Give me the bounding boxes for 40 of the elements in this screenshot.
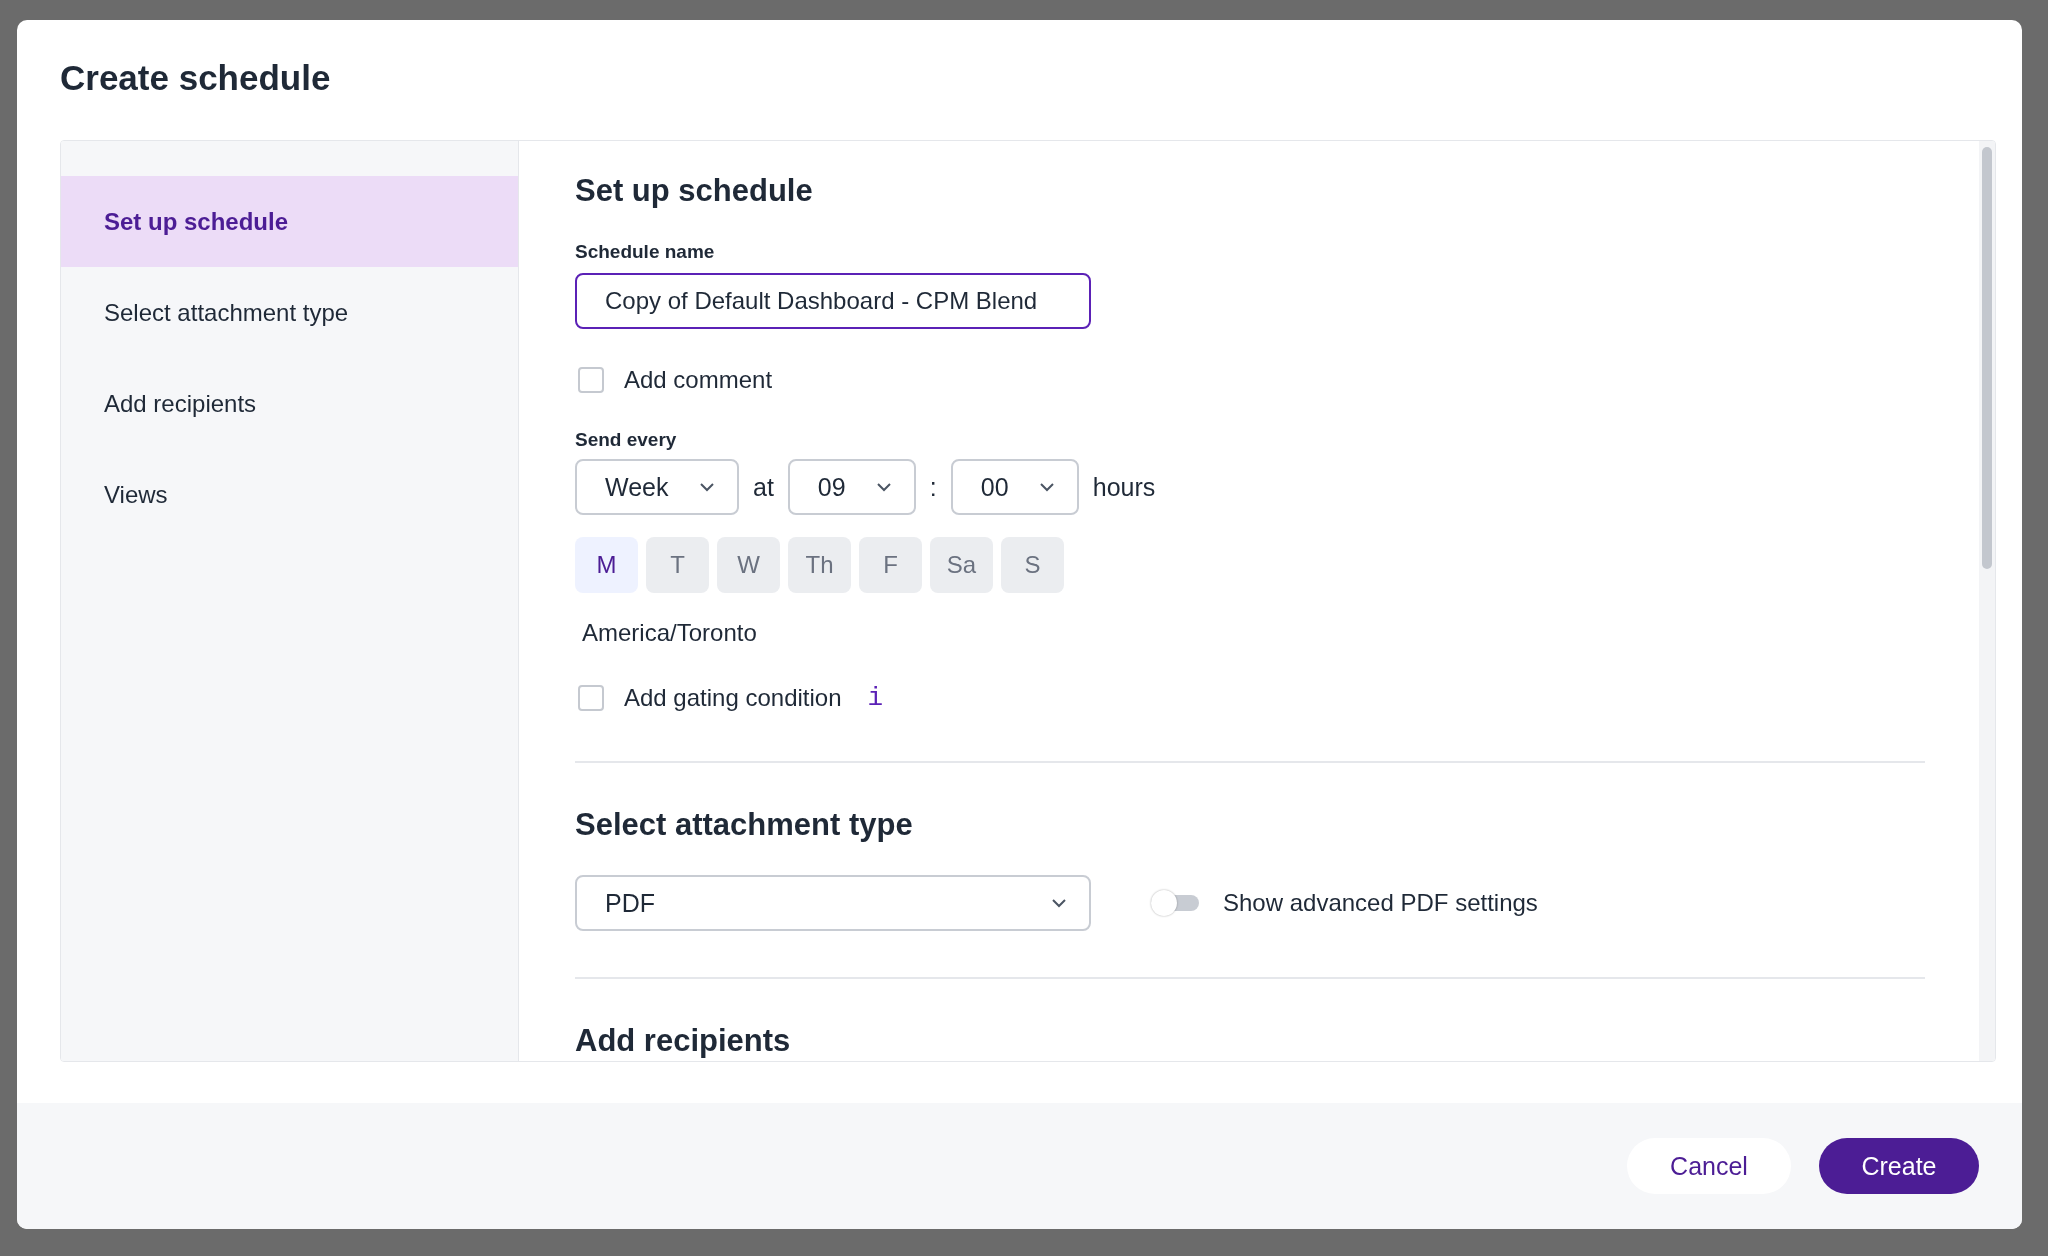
- toggle-label: Show advanced PDF settings: [1223, 889, 1538, 917]
- day-button[interactable]: F: [859, 537, 922, 593]
- create-button[interactable]: Create: [1819, 1138, 1979, 1194]
- attachment-dropdown[interactable]: PDF: [575, 875, 1091, 931]
- sidebar-item[interactable]: Views: [61, 449, 518, 540]
- period-dropdown[interactable]: Week: [575, 459, 739, 515]
- checkbox-label: Add gating condition: [624, 684, 842, 712]
- hour-dropdown[interactable]: 09: [787, 459, 916, 515]
- field-label: Send every: [575, 429, 678, 451]
- day-button[interactable]: Sa: [930, 537, 993, 593]
- toggle-switch[interactable]: [1149, 888, 1201, 918]
- day-button[interactable]: M: [575, 537, 638, 593]
- colon-text: :: [929, 472, 937, 502]
- cancel-button[interactable]: Cancel: [1627, 1138, 1791, 1194]
- timezone-text: America/Toronto: [582, 619, 758, 647]
- sidebar-item[interactable]: Set up schedule: [61, 176, 518, 267]
- day-button[interactable]: W: [717, 537, 780, 593]
- checkbox[interactable]: [578, 685, 604, 711]
- section-heading: Add recipients: [575, 1022, 792, 1060]
- field-label: Schedule name: [575, 241, 716, 263]
- section-heading: Set up schedule: [575, 172, 814, 210]
- day-button[interactable]: T: [646, 537, 709, 593]
- chevron-icon: [875, 482, 892, 492]
- minute-dropdown[interactable]: 00: [950, 459, 1079, 515]
- sidebar-item[interactable]: Select attachment type: [61, 267, 518, 358]
- name-field[interactable]: Copy of Default Dashboard - CPM Blend: [575, 273, 1091, 329]
- day-button[interactable]: S: [1001, 537, 1064, 593]
- chevron-icon: [1051, 898, 1067, 908]
- hours-text: hours: [1092, 472, 1156, 502]
- dialog-title: Create schedule: [59, 57, 332, 99]
- chevron-icon: [1038, 482, 1055, 492]
- chevron-icon: [699, 482, 715, 492]
- section-heading: Select attachment type: [575, 806, 914, 844]
- sidebar-item[interactable]: Add recipients: [61, 358, 518, 449]
- checkbox-label: Add comment: [624, 366, 773, 394]
- at-text: at: [753, 472, 774, 502]
- day-button[interactable]: Th: [788, 537, 851, 593]
- info-icon[interactable]: i: [867, 683, 884, 713]
- checkbox[interactable]: [578, 367, 604, 393]
- scrollbar[interactable]: [1979, 141, 1995, 1061]
